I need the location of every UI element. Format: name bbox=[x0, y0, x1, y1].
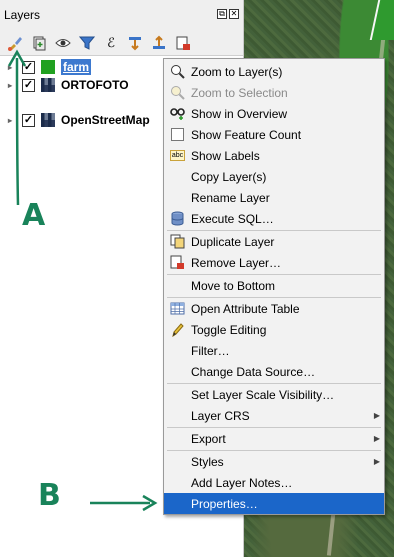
table-icon bbox=[170, 301, 185, 316]
filter-icon[interactable] bbox=[78, 34, 96, 52]
layer-checkbox[interactable]: ✓ bbox=[22, 113, 35, 127]
menu-item-label: Styles bbox=[191, 454, 224, 469]
menu-item-add-layer-notes[interactable]: Add Layer Notes… bbox=[164, 472, 384, 493]
menu-item-label: Execute SQL… bbox=[191, 211, 274, 226]
menu-item-show-feature-count[interactable]: Show Feature Count bbox=[164, 124, 384, 145]
layer-checkbox[interactable]: ✓ bbox=[22, 60, 35, 74]
menu-item-label: Show Labels bbox=[191, 148, 260, 163]
menu-item-label: Open Attribute Table bbox=[191, 301, 300, 316]
overview-icon bbox=[170, 106, 185, 121]
close-panel-button[interactable]: ✕ bbox=[229, 9, 239, 19]
submenu-arrow-icon: ▶ bbox=[373, 434, 380, 443]
pencil-icon bbox=[170, 322, 185, 337]
menu-item-copy-layers[interactable]: Copy Layer(s) bbox=[164, 166, 384, 187]
menu-item-label: Layer CRS bbox=[191, 408, 250, 423]
layer-name[interactable]: OpenStreetMap bbox=[61, 113, 150, 127]
style-paintbrush-icon[interactable] bbox=[6, 34, 24, 52]
layer-name[interactable]: ORTOFOTO bbox=[61, 78, 129, 92]
layer-name[interactable]: farm bbox=[61, 59, 92, 75]
float-panel-button[interactable]: ⧉ bbox=[217, 9, 227, 19]
menu-item-label: Move to Bottom bbox=[191, 278, 276, 293]
layers-toolbar: ℰ bbox=[0, 30, 243, 56]
layers-panel-titlebar: Layers ⧉ ✕ bbox=[0, 0, 243, 30]
menu-item-label: Toggle Editing bbox=[191, 322, 267, 337]
menu-item-label: Change Data Source… bbox=[191, 364, 316, 379]
layers-panel-title: Layers bbox=[4, 8, 41, 22]
annotation-label-b: B bbox=[38, 478, 61, 513]
menu-item-filter[interactable]: Filter… bbox=[164, 340, 384, 361]
annotation-label-a: A bbox=[22, 198, 46, 233]
remove-layer-toolbar-icon[interactable] bbox=[174, 34, 192, 52]
collapse-all-icon[interactable] bbox=[150, 34, 168, 52]
map-field-feature bbox=[369, 0, 394, 40]
menu-item-layer-crs[interactable]: Layer CRS ▶ bbox=[164, 405, 384, 426]
expander-icon[interactable]: ▸ bbox=[4, 76, 16, 94]
menu-item-change-data-source[interactable]: Change Data Source… bbox=[164, 361, 384, 382]
expander-icon[interactable]: ▸ bbox=[4, 111, 16, 129]
menu-item-label: Duplicate Layer bbox=[191, 234, 275, 249]
layer-context-menu: Zoom to Layer(s) Zoom to Selection Show … bbox=[163, 58, 385, 515]
menu-item-label: Filter… bbox=[191, 343, 230, 358]
menu-item-label: Show Feature Count bbox=[191, 127, 302, 142]
menu-item-export[interactable]: Export ▶ bbox=[164, 428, 384, 449]
menu-item-label: Zoom to Selection bbox=[191, 85, 288, 100]
feature-count-checkbox[interactable] bbox=[170, 127, 185, 142]
menu-item-execute-sql[interactable]: Execute SQL… bbox=[164, 208, 384, 229]
zoom-selection-icon bbox=[170, 85, 185, 100]
submenu-arrow-icon: ▶ bbox=[373, 457, 380, 466]
menu-item-label: Copy Layer(s) bbox=[191, 169, 267, 184]
menu-item-properties[interactable]: Properties… bbox=[164, 493, 384, 514]
menu-item-remove-layer[interactable]: Remove Layer… bbox=[164, 252, 384, 273]
menu-item-label: Show in Overview bbox=[191, 106, 288, 121]
menu-item-label: Zoom to Layer(s) bbox=[191, 64, 283, 79]
menu-item-rename-layer[interactable]: Rename Layer bbox=[164, 187, 384, 208]
menu-item-zoom-to-layer[interactable]: Zoom to Layer(s) bbox=[164, 61, 384, 82]
raster-layer-icon bbox=[41, 113, 55, 127]
menu-item-zoom-to-selection[interactable]: Zoom to Selection bbox=[164, 82, 384, 103]
remove-layer-icon bbox=[170, 255, 185, 270]
menu-item-show-labels[interactable]: abc Show Labels bbox=[164, 145, 384, 166]
menu-item-toggle-editing[interactable]: Toggle Editing bbox=[164, 319, 384, 340]
raster-layer-icon bbox=[41, 78, 55, 92]
menu-item-open-attribute-table[interactable]: Open Attribute Table bbox=[164, 298, 384, 319]
layer-symbol-swatch bbox=[41, 60, 55, 74]
expand-all-icon[interactable] bbox=[126, 34, 144, 52]
zoom-layer-icon bbox=[170, 64, 185, 79]
menu-item-show-in-overview[interactable]: Show in Overview bbox=[164, 103, 384, 124]
menu-item-set-layer-scale-visibility[interactable]: Set Layer Scale Visibility… bbox=[164, 384, 384, 405]
menu-item-label: Rename Layer bbox=[191, 190, 270, 205]
layer-checkbox[interactable]: ✓ bbox=[22, 78, 35, 92]
labels-icon: abc bbox=[169, 150, 186, 161]
menu-item-duplicate-layer[interactable]: Duplicate Layer bbox=[164, 231, 384, 252]
duplicate-icon bbox=[170, 234, 185, 249]
menu-item-styles[interactable]: Styles ▶ bbox=[164, 451, 384, 472]
menu-item-label: Remove Layer… bbox=[191, 255, 282, 270]
menu-item-label: Add Layer Notes… bbox=[191, 475, 293, 490]
menu-item-move-to-bottom[interactable]: Move to Bottom bbox=[164, 275, 384, 296]
eye-icon[interactable] bbox=[54, 34, 72, 52]
expression-icon[interactable]: ℰ bbox=[102, 34, 120, 52]
menu-item-label: Properties… bbox=[191, 496, 258, 511]
database-icon bbox=[170, 211, 185, 226]
add-group-icon[interactable] bbox=[30, 34, 48, 52]
menu-item-label: Export bbox=[191, 431, 226, 446]
submenu-arrow-icon: ▶ bbox=[373, 411, 380, 420]
menu-item-label: Set Layer Scale Visibility… bbox=[191, 387, 335, 402]
expander-icon[interactable]: ▸ bbox=[4, 58, 16, 76]
